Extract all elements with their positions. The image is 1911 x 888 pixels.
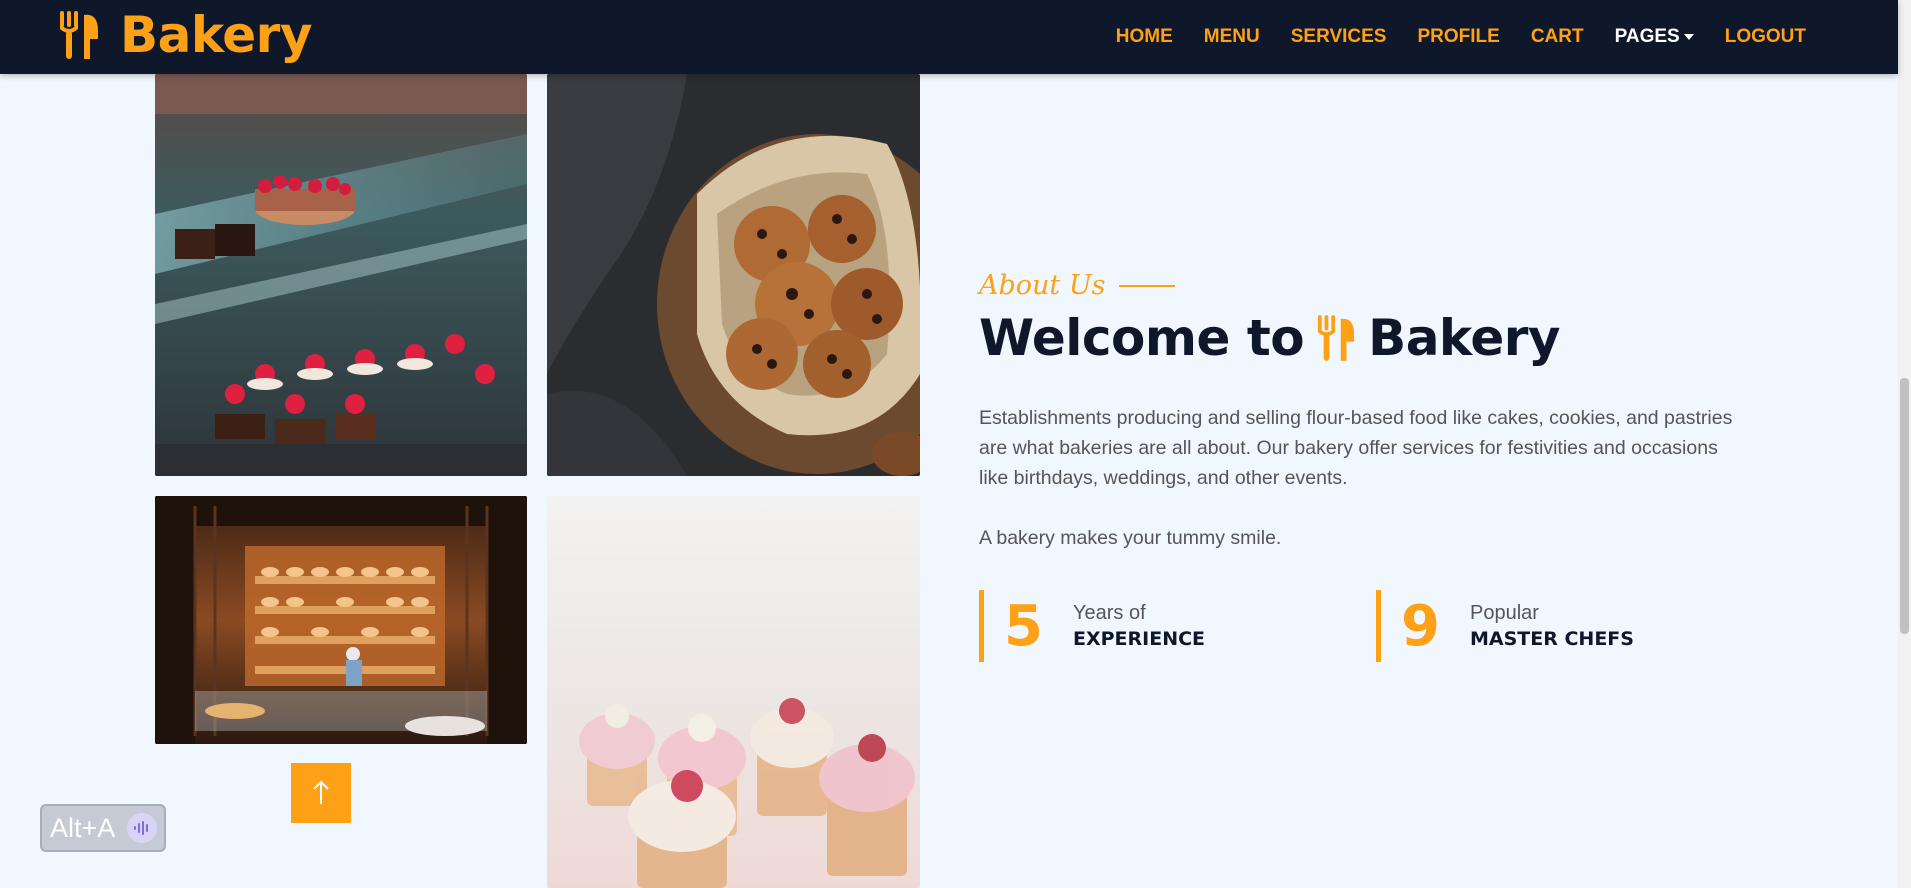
main-nav: HOME MENU SERVICES PROFILE CART PAGES LO… (1116, 0, 1806, 74)
utensils-icon (1317, 315, 1355, 361)
stats-row: 5 Years of EXPERIENCE 9 Popular MASTER C… (979, 590, 1739, 662)
page-scrollbar[interactable] (1898, 0, 1911, 888)
caret-down-icon (1683, 34, 1694, 40)
nav-menu[interactable]: MENU (1204, 26, 1260, 48)
stat-label: Popular (1470, 602, 1539, 624)
strawberry-cupcakes-photo (547, 496, 920, 888)
about-section: About Us Welcome to Bakery Establishment… (979, 270, 1739, 553)
audio-wave-icon (127, 813, 158, 843)
stat-value: EXPERIENCE (1073, 628, 1206, 650)
about-title-prefix: Welcome to (979, 309, 1305, 367)
stat-text: Popular MASTER CHEFS (1470, 600, 1634, 652)
brand-name: Bakery (120, 6, 312, 64)
chocolate-chip-cookies-photo (547, 74, 920, 476)
nav-services[interactable]: SERVICES (1291, 26, 1387, 48)
arrow-up-icon (313, 780, 329, 804)
scrollbar-thumb[interactable] (1900, 378, 1909, 634)
nav-pages-dropdown[interactable]: PAGES (1615, 26, 1694, 48)
nav-pages-label: PAGES (1614, 26, 1680, 47)
nav-logout[interactable]: LOGOUT (1725, 26, 1806, 48)
about-tag-label: About Us (979, 270, 1106, 301)
nav-cart[interactable]: CART (1531, 26, 1584, 48)
about-title: Welcome to Bakery (979, 309, 1739, 367)
about-tag: About Us (979, 270, 1739, 301)
brand-logo[interactable]: Bakery (58, 6, 312, 64)
about-tag-divider (1119, 284, 1176, 287)
alt-a-label: Alt+A (50, 812, 116, 843)
alt-a-shortcut-widget[interactable]: Alt+A (40, 804, 166, 852)
nav-home[interactable]: HOME (1116, 26, 1173, 48)
nav-profile[interactable]: PROFILE (1417, 26, 1499, 48)
utensils-icon (60, 11, 98, 60)
stat-experience: 5 Years of EXPERIENCE (979, 590, 1359, 662)
stat-number: 5 (1004, 593, 1043, 659)
navbar: Bakery HOME MENU SERVICES PROFILE CART P… (0, 0, 1898, 74)
about-title-brand: Bakery (1368, 309, 1560, 367)
stat-master-chefs: 9 Popular MASTER CHEFS (1376, 590, 1739, 662)
bakery-shop-interior-photo (155, 496, 527, 744)
back-to-top-button[interactable] (291, 763, 351, 823)
pastry-display-case-photo (155, 74, 527, 476)
stat-label: Years of (1073, 602, 1146, 624)
stat-text: Years of EXPERIENCE (1073, 600, 1205, 652)
about-paragraph: Establishments producing and selling flo… (979, 407, 1733, 489)
about-tagline: A bakery makes your tummy smile. (979, 527, 1282, 549)
stat-number: 9 (1401, 593, 1440, 659)
stat-value: MASTER CHEFS (1470, 628, 1634, 650)
